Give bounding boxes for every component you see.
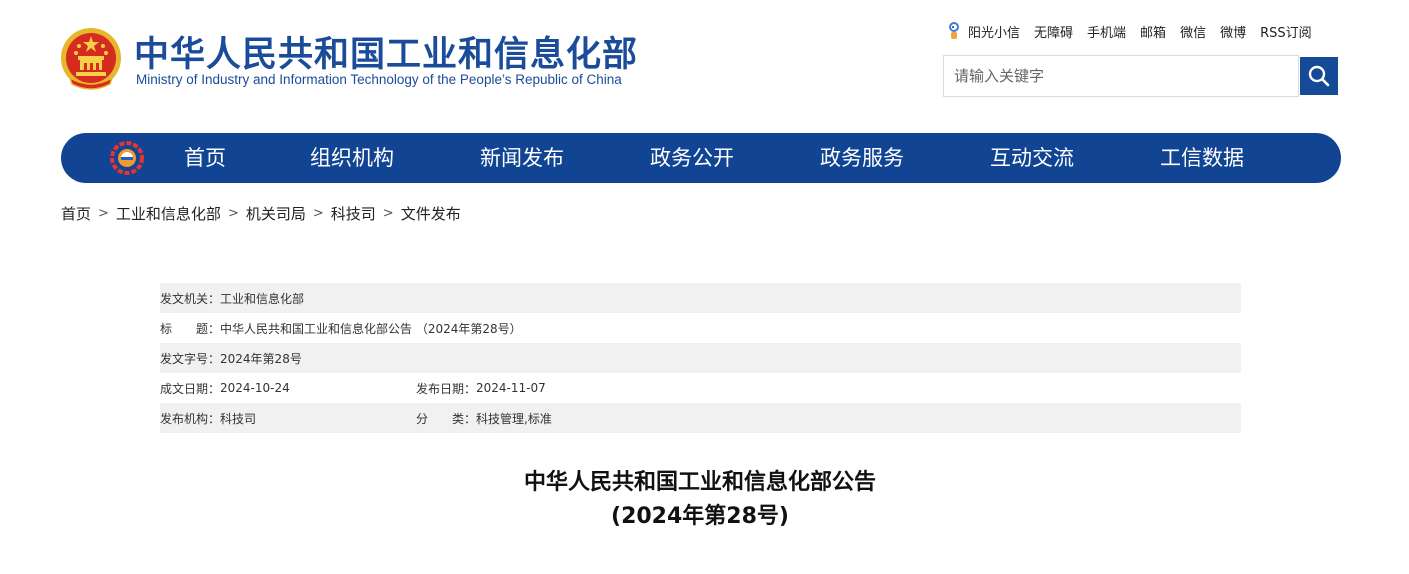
meta-publish-date: 发布日期： 2024-11-07 bbox=[416, 380, 546, 397]
nav-item-organization[interactable]: 组织机构 bbox=[310, 133, 394, 183]
main-nav: 首页 组织机构 新闻发布 政务公开 政务服务 互动交流 工信数据 bbox=[61, 133, 1341, 183]
breadcrumb-separator: > bbox=[98, 205, 109, 221]
document-title: 中华人民共和国工业和信息化部公告 (2024年第28号) bbox=[0, 466, 1400, 534]
toplink-mailbox[interactable]: 邮箱 bbox=[1140, 22, 1166, 41]
meta-written-date-label: 成文日期： bbox=[160, 381, 221, 396]
document-title-line1: 中华人民共和国工业和信息化部公告 bbox=[523, 470, 876, 495]
nav-item-data[interactable]: 工信数据 bbox=[1160, 133, 1244, 183]
breadcrumb-separator: > bbox=[227, 205, 239, 221]
meta-written-date: 成文日期： 2024-10-24 bbox=[160, 380, 416, 397]
meta-publisher-value: 科技司 bbox=[220, 411, 257, 426]
search-input[interactable] bbox=[944, 56, 1294, 96]
meta-publish-date-value: 2024-11-07 bbox=[476, 381, 546, 395]
breadcrumb-ministry[interactable]: 工业和信息化部 bbox=[116, 203, 221, 224]
meta-row-issuer: 发文机关： 工业和信息化部 bbox=[160, 283, 1241, 313]
search-box bbox=[943, 55, 1299, 97]
toplink-mobile[interactable]: 手机端 bbox=[1087, 22, 1126, 41]
meta-category-value: 科技管理,标准 bbox=[476, 411, 552, 426]
nav-item-services[interactable]: 政务服务 bbox=[820, 133, 904, 183]
national-emblem-icon bbox=[61, 28, 121, 90]
toplink-rss[interactable]: RSS订阅 bbox=[1260, 22, 1312, 41]
site-title-en[interactable]: Ministry of Industry and Information Tec… bbox=[136, 72, 622, 87]
meta-category: 分 类： 科技管理,标准 bbox=[416, 410, 552, 427]
site-header: 中华人民共和国工业和信息化部 Ministry of Industry and … bbox=[0, 0, 1409, 130]
document-title-line2: (2024年第28号) bbox=[611, 504, 789, 529]
breadcrumb-separator: > bbox=[312, 205, 324, 221]
meta-title-value: 中华人民共和国工业和信息化部公告 （2024年第28号） bbox=[220, 321, 522, 336]
nav-item-news[interactable]: 新闻发布 bbox=[480, 133, 564, 183]
top-links: 阳光小信 无障碍 手机端 邮箱 微信 微博 RSS订阅 bbox=[946, 20, 1312, 42]
meta-row-title: 标 题： 中华人民共和国工业和信息化部公告 （2024年第28号） bbox=[160, 313, 1241, 343]
meta-issuer-label: 发文机关： bbox=[160, 291, 221, 306]
site-title-cn[interactable]: 中华人民共和国工业和信息化部 bbox=[134, 26, 638, 77]
meta-row-doc-number: 发文字号： 2024年第28号 bbox=[160, 343, 1241, 373]
meta-publisher: 发布机构： 科技司 bbox=[160, 410, 416, 427]
breadcrumb-documents[interactable]: 文件发布 bbox=[401, 203, 461, 224]
breadcrumb-science-dept[interactable]: 科技司 bbox=[331, 203, 376, 224]
toplink-wechat[interactable]: 微信 bbox=[1180, 22, 1206, 41]
meta-doc-number-label: 发文字号： bbox=[160, 351, 221, 366]
search-icon bbox=[1308, 65, 1330, 87]
toplink-weibo[interactable]: 微博 bbox=[1220, 22, 1246, 41]
document-metadata: 发文机关： 工业和信息化部 标 题： 中华人民共和国工业和信息化部公告 （202… bbox=[160, 283, 1241, 433]
sunshine-mascot-icon[interactable] bbox=[946, 21, 962, 41]
meta-issuer-value[interactable]: 工业和信息化部 bbox=[220, 290, 304, 307]
meta-publish-date-label: 发布日期： bbox=[416, 381, 477, 396]
meta-title-label: 标 题： bbox=[160, 321, 221, 336]
meta-category-label: 分 类： bbox=[416, 411, 477, 426]
toplink-accessibility[interactable]: 无障碍 bbox=[1034, 22, 1073, 41]
miit-logo-icon[interactable] bbox=[109, 141, 145, 175]
meta-row-dates: 成文日期： 2024-10-24 发布日期： 2024-11-07 bbox=[160, 373, 1241, 403]
search-button[interactable] bbox=[1300, 57, 1338, 95]
breadcrumb-departments[interactable]: 机关司局 bbox=[246, 203, 306, 224]
breadcrumb-home[interactable]: 首页 bbox=[61, 203, 91, 224]
nav-item-home[interactable]: 首页 bbox=[184, 133, 226, 183]
nav-item-government-affairs[interactable]: 政务公开 bbox=[650, 133, 734, 183]
toplink-sunshine[interactable]: 阳光小信 bbox=[968, 22, 1020, 41]
breadcrumb-separator: > bbox=[382, 205, 394, 221]
meta-publisher-label: 发布机构： bbox=[160, 411, 221, 426]
meta-doc-number-value: 2024年第28号 bbox=[220, 351, 302, 366]
meta-written-date-value: 2024-10-24 bbox=[220, 381, 290, 395]
breadcrumb: 首页 > 工业和信息化部 > 机关司局 > 科技司 > 文件发布 bbox=[61, 202, 461, 224]
meta-row-publisher: 发布机构： 科技司 分 类： 科技管理,标准 bbox=[160, 403, 1241, 433]
nav-item-interaction[interactable]: 互动交流 bbox=[990, 133, 1074, 183]
